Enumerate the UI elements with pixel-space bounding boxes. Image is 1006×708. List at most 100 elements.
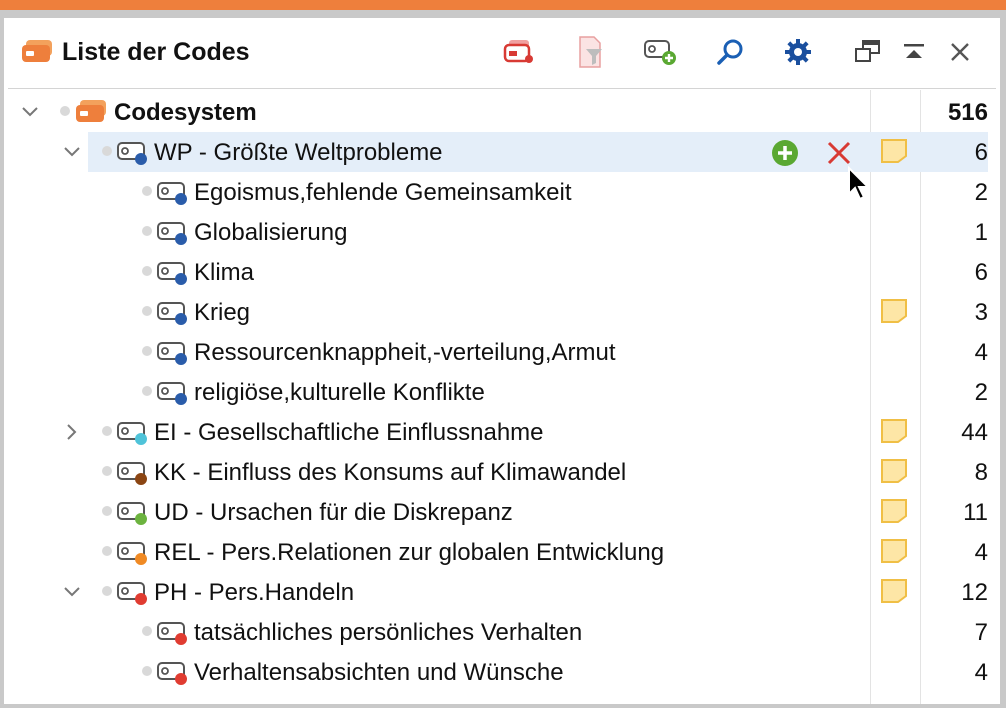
mouse-cursor-icon	[846, 165, 872, 207]
tree-row-label: religiöse,kulturelle Konflikte	[194, 379, 485, 406]
code-icon	[156, 180, 188, 211]
tree-row-label: PH - Pers.Handeln	[154, 579, 355, 606]
tree-row[interactable]: Krieg 3	[4, 292, 1000, 332]
coded-count: 11	[963, 499, 988, 526]
status-dot	[60, 106, 70, 116]
tree-row[interactable]: PH - Pers.Handeln 12	[4, 572, 1000, 612]
coded-count: 3	[974, 299, 988, 326]
tree-row-label: Egoismus,fehlende Gemeinsamkeit	[194, 179, 572, 206]
code-icon	[156, 620, 188, 651]
tree-row-label: EI - Gesellschaftliche Einflussnahme	[154, 419, 544, 446]
memo-icon[interactable]	[880, 538, 908, 564]
tree-row-label: WP - Größte Weltprobleme	[154, 139, 443, 166]
tree-row-label: Verhaltensabsichten und Wünsche	[194, 659, 564, 686]
code-system-icon	[74, 98, 108, 129]
coded-count: 4	[974, 339, 988, 366]
tree-row-label: REL - Pers.Relationen zur globalen Entwi…	[154, 539, 665, 566]
coded-count: 6	[974, 259, 988, 286]
code-icon	[116, 540, 148, 571]
memo-icon[interactable]	[880, 138, 908, 164]
status-dot	[142, 386, 152, 396]
status-dot	[142, 666, 152, 676]
tree-row[interactable]: REL - Pers.Relationen zur globalen Entwi…	[4, 532, 1000, 572]
coded-count: 2	[974, 379, 988, 406]
coded-count: 516	[947, 99, 988, 126]
settings-gear-icon[interactable]	[780, 34, 816, 70]
code-icon	[116, 460, 148, 491]
coded-count: 8	[974, 459, 988, 486]
chevron-down-icon[interactable]	[60, 140, 84, 164]
status-dot	[142, 346, 152, 356]
tree-row[interactable]: EI - Gesellschaftliche Einflussnahme 44	[4, 412, 1000, 452]
memo-icon[interactable]	[880, 578, 908, 604]
tree-row-label: UD - Ursachen für die Diskrepanz	[154, 499, 513, 526]
tree-row[interactable]: UD - Ursachen für die Diskrepanz 11	[4, 492, 1000, 532]
code-icon	[116, 580, 148, 611]
tree-row[interactable]: tatsächliches persönliches Verhalten 7	[4, 612, 1000, 652]
coded-count: 6	[974, 139, 988, 166]
status-dot	[142, 226, 152, 236]
code-icon	[116, 500, 148, 531]
coded-count: 7	[974, 619, 988, 646]
memo-icon[interactable]	[880, 298, 908, 324]
status-dot	[142, 306, 152, 316]
collapse-panel-icon[interactable]	[896, 34, 932, 70]
code-icon	[156, 380, 188, 411]
tree-row[interactable]: Verhaltensabsichten und Wünsche 4	[4, 652, 1000, 692]
chevron-down-icon[interactable]	[60, 580, 84, 604]
code-icon	[156, 260, 188, 291]
memo-icon[interactable]	[880, 418, 908, 444]
tree-row[interactable]: KK - Einfluss des Konsums auf Klimawande…	[4, 452, 1000, 492]
coded-count: 12	[961, 579, 988, 606]
memo-icon[interactable]	[880, 458, 908, 484]
tree-row-label: tatsächliches persönliches Verhalten	[194, 619, 583, 646]
coded-count: 4	[974, 659, 988, 686]
tree-row-label: Ressourcenknappheit,-verteilung,Armut	[194, 339, 616, 366]
coded-segments-icon[interactable]	[500, 34, 536, 70]
status-dot	[142, 186, 152, 196]
tree-row[interactable]: Ressourcenknappheit,-verteilung,Armut 4	[4, 332, 1000, 372]
add-subcode-icon[interactable]	[770, 138, 800, 168]
window-accent-bar	[0, 0, 1006, 10]
toolbar-divider	[8, 88, 996, 89]
filter-document-icon[interactable]	[572, 34, 608, 70]
delete-code-icon[interactable]	[824, 138, 854, 168]
status-dot	[102, 506, 112, 516]
undock-window-icon[interactable]	[850, 34, 886, 70]
code-list-panel: Liste der Codes Codesystem 516 WP - Größ…	[4, 18, 1000, 704]
tree-row-label: Globalisierung	[194, 219, 348, 246]
tree-row[interactable]: Globalisierung 1	[4, 212, 1000, 252]
tree-row-label: Klima	[194, 259, 255, 286]
coded-count: 4	[974, 539, 988, 566]
tree-row-label: Krieg	[194, 299, 251, 326]
toolbar: Liste der Codes	[4, 18, 1000, 90]
status-dot	[102, 546, 112, 556]
code-icon	[156, 220, 188, 251]
coded-count: 1	[974, 219, 988, 246]
close-icon[interactable]	[942, 34, 978, 70]
tree-row-label: KK - Einfluss des Konsums auf Klimawande…	[154, 459, 627, 486]
coded-count: 44	[961, 419, 988, 446]
status-dot	[142, 626, 152, 636]
new-code-icon[interactable]	[642, 34, 678, 70]
status-dot	[102, 426, 112, 436]
memo-icon[interactable]	[880, 498, 908, 524]
panel-title: Liste der Codes	[62, 38, 250, 66]
code-icon	[116, 420, 148, 451]
chevron-right-icon[interactable]	[60, 420, 84, 444]
search-icon[interactable]	[712, 34, 748, 70]
tree-row[interactable]: Klima 6	[4, 252, 1000, 292]
tree-row-root[interactable]: Codesystem 516	[4, 92, 1000, 132]
status-dot	[102, 146, 112, 156]
coded-count: 2	[974, 179, 988, 206]
status-dot	[102, 466, 112, 476]
chevron-down-icon[interactable]	[18, 100, 42, 124]
code-icon	[116, 140, 148, 171]
status-dot	[142, 266, 152, 276]
tree-row-label: Codesystem	[114, 99, 257, 126]
status-dot	[102, 586, 112, 596]
tree-row[interactable]: religiöse,kulturelle Konflikte 2	[4, 372, 1000, 412]
code-icon	[156, 340, 188, 371]
code-icon	[156, 300, 188, 331]
code-icon	[156, 660, 188, 691]
